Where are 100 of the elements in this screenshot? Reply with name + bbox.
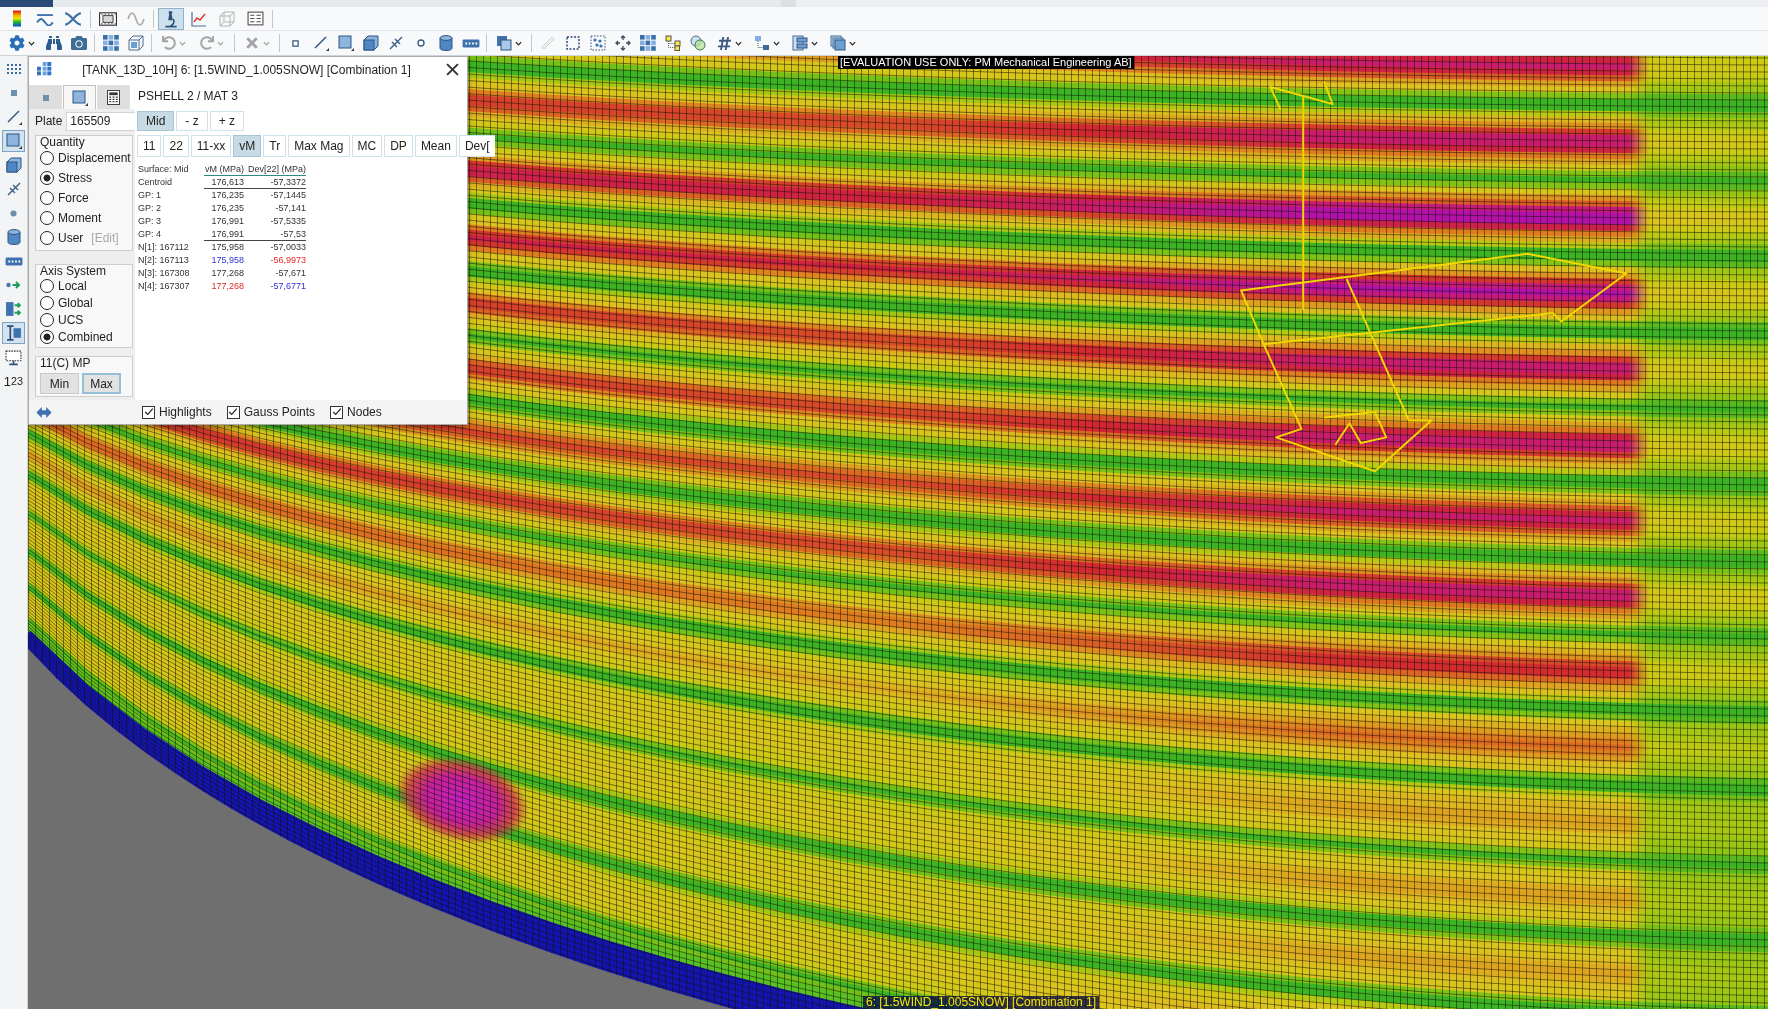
table-cell-text: -57,1445 <box>269 189 306 202</box>
cylinder-icon <box>438 35 453 51</box>
property-label: PSHELL 2 / MAT 3 <box>138 88 238 103</box>
checkmark-icon <box>228 407 239 417</box>
caret-icon <box>217 40 224 46</box>
component-button[interactable]: 11 <box>137 135 162 157</box>
component-button[interactable]: 11-xx <box>190 135 232 157</box>
wave-icon <box>36 11 54 26</box>
table-cell-text: -57,671 <box>274 267 306 280</box>
plate-label: Plate <box>35 114 63 128</box>
row-label: N[3]: 167308 <box>138 267 191 280</box>
window-title: [TANK_13D_10H] 6: [1.5WIND_1.005SNOW] [Combination 1] <box>81 62 412 77</box>
component-button[interactable]: DP <box>384 135 413 157</box>
settings-icon <box>9 35 25 51</box>
layers-icon <box>830 35 846 51</box>
radio-button[interactable] <box>40 312 54 327</box>
radio-button[interactable] <box>40 171 54 185</box>
component-button[interactable]: 22 <box>163 135 189 157</box>
plate-input[interactable]: 165509 <box>66 111 137 131</box>
tile-grid-icon <box>639 35 656 51</box>
caret-icon <box>849 40 856 46</box>
radio-label[interactable]: Global <box>58 295 93 310</box>
component-button[interactable]: Tr <box>263 135 287 157</box>
surface-button[interactable]: Mid <box>137 111 175 131</box>
checkmark-icon <box>143 407 154 417</box>
side-toolbar-button[interactable] <box>2 322 25 344</box>
toolbar-button[interactable] <box>158 7 184 30</box>
redo-icon <box>200 36 214 50</box>
radio-label[interactable]: Combined <box>58 329 113 344</box>
line-chart-icon <box>191 10 207 27</box>
checkbox-label[interactable]: Nodes <box>347 405 382 419</box>
table-cell-text: 175,958 <box>210 241 244 254</box>
column-header: Surface: Mid <box>138 163 190 176</box>
checkbox[interactable] <box>330 405 344 419</box>
radio-button[interactable] <box>40 295 54 310</box>
color-scale-icon <box>13 10 21 27</box>
circle-icon <box>416 39 425 47</box>
radio-button[interactable] <box>40 191 54 205</box>
table-cell: -57,53 <box>244 228 306 241</box>
radio-label[interactable]: Displacement <box>58 151 131 165</box>
dot-icon <box>10 209 17 217</box>
table-cell-text: 177,268 <box>210 267 244 280</box>
checkbox-label[interactable]: Gauss Points <box>243 405 316 419</box>
component-button[interactable]: Max Mag <box>288 135 350 157</box>
surface-button[interactable]: + z <box>209 111 245 131</box>
checkbox[interactable] <box>142 405 155 419</box>
radio-label[interactable]: UCS <box>58 312 84 327</box>
camera-icon <box>70 35 87 51</box>
caret-icon <box>773 40 780 46</box>
close-icon <box>445 63 459 76</box>
caret-icon <box>179 40 186 46</box>
component-button[interactable]: vM <box>233 135 262 157</box>
radio-button[interactable] <box>40 231 54 245</box>
microscope-icon <box>164 9 178 28</box>
dot-arrow-icon <box>5 280 22 290</box>
extreme-button[interactable]: Min <box>40 373 79 394</box>
view-tab[interactable] <box>97 85 130 109</box>
sine-wave-icon <box>127 11 145 26</box>
crossed-line-icon <box>5 181 22 197</box>
ruler-icon <box>539 35 556 51</box>
radio-label[interactable]: Local <box>58 278 87 293</box>
radio-button[interactable] <box>40 278 54 293</box>
dotted-bar-icon <box>461 38 480 48</box>
i-beam-icon <box>5 325 22 341</box>
table-cell-text: -57,6771 <box>269 280 306 293</box>
radio-label[interactable]: Force <box>58 191 89 205</box>
component-button[interactable]: Dev[ <box>458 135 495 157</box>
extreme-button[interactable]: Max <box>82 373 121 394</box>
dot-cluster-icon <box>589 35 606 51</box>
group-title: 11(C) MP <box>40 357 92 369</box>
radio-label[interactable]: Moment <box>58 211 102 225</box>
undo-icon <box>162 36 176 50</box>
caret-icon <box>515 40 522 46</box>
cross-icon <box>244 35 260 51</box>
radio-label[interactable]: User <box>58 231 84 245</box>
column-header: Dev[22] (MPa) <box>244 163 306 176</box>
app-grid-icon <box>37 62 52 77</box>
checkbox[interactable] <box>226 405 240 419</box>
calculator-icon <box>107 90 120 105</box>
row-label: GP: 2 <box>138 202 162 215</box>
cube-icon <box>5 157 22 173</box>
double-arrow-icon <box>35 405 53 419</box>
checkmark-icon <box>331 407 342 417</box>
radio-button[interactable] <box>40 329 54 344</box>
square-icon <box>71 89 88 106</box>
hash-icon <box>716 35 732 51</box>
radio-button[interactable] <box>40 211 54 225</box>
point-icon <box>292 39 299 47</box>
checkbox-label[interactable]: Highlights <box>159 405 212 419</box>
table-cell-text: 177,268 <box>210 280 244 293</box>
row-label: N[4]: 167307 <box>138 280 191 293</box>
group-title: Quantity <box>40 136 86 148</box>
component-button[interactable]: MC <box>351 135 383 157</box>
surface-button[interactable]: - z <box>176 111 208 131</box>
square-icon <box>337 35 354 51</box>
small-square-icon <box>10 90 17 96</box>
radio-label[interactable]: Stress <box>58 171 92 185</box>
radio-button[interactable] <box>40 151 54 165</box>
component-button[interactable]: Mean <box>414 135 457 157</box>
crossing-curves-icon <box>64 11 82 26</box>
